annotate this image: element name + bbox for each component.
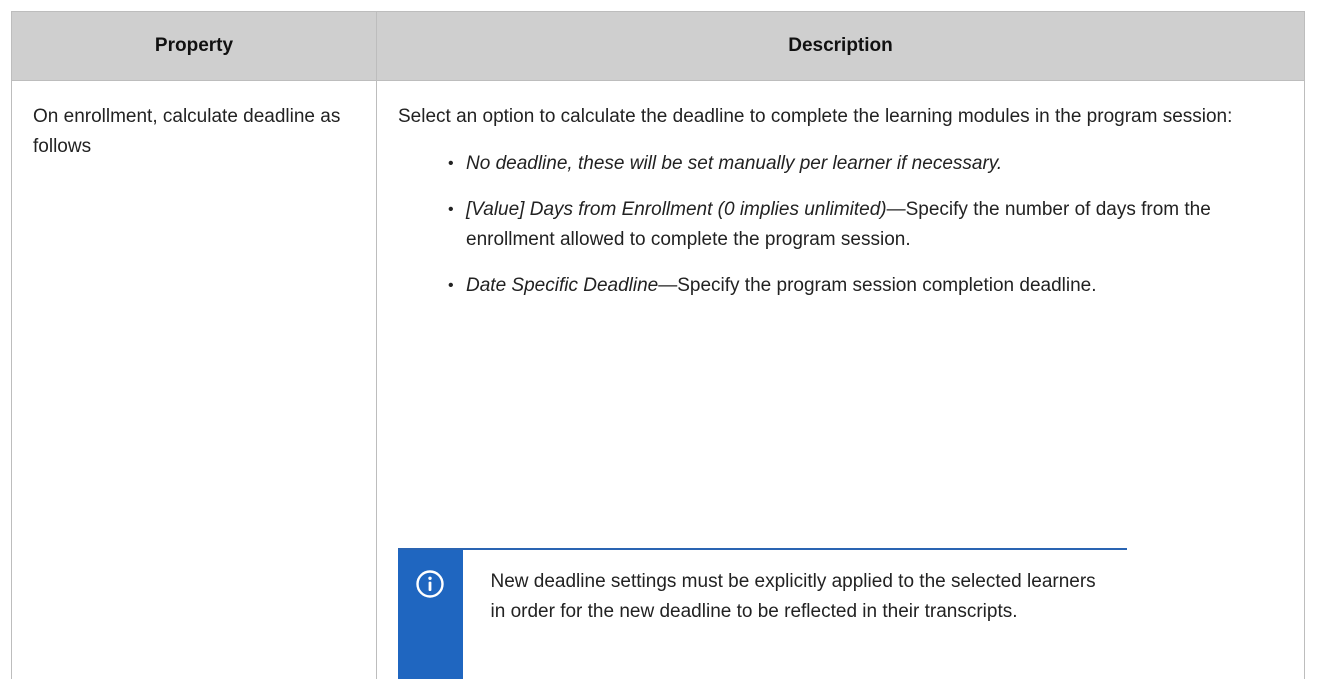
option-description: —Specify the program session completion … <box>658 275 1097 296</box>
bullet: • <box>448 201 454 218</box>
note-text: New deadline settings must be explicitly… <box>490 571 1096 622</box>
info-note: New deadline settings must be explicitly… <box>398 548 1127 679</box>
bullet: • <box>448 277 454 294</box>
option-term: No deadline, these will be set manually … <box>466 153 1003 174</box>
description-intro: Select an option to calculate the deadli… <box>398 106 1233 127</box>
info-icon <box>415 569 445 609</box>
note-icon-cell <box>398 550 463 679</box>
table-header: Property Description <box>12 11 1304 81</box>
header-description: Description <box>788 35 893 56</box>
table-row: On enrollment, calculate deadline as fol… <box>12 81 1304 679</box>
option-item-date-specific: • Date Specific Deadline—Specify the pro… <box>448 271 1284 301</box>
option-item-no-deadline: • No deadline, these will be set manuall… <box>448 149 1284 179</box>
option-term: Date Specific Deadline <box>466 275 659 296</box>
option-item-days-from-enrollment: • [Value] Days from Enrollment (0 implie… <box>448 195 1284 255</box>
properties-table: Property Description On enrollment, calc… <box>11 11 1305 679</box>
property-cell: On enrollment, calculate deadline as fol… <box>12 81 377 679</box>
option-term: [Value] Days from Enrollment (0 implies … <box>466 199 887 220</box>
description-cell: Select an option to calculate the deadli… <box>377 81 1304 679</box>
bullet: • <box>448 155 454 172</box>
header-property: Property <box>12 12 377 80</box>
options-list: • No deadline, these will be set manuall… <box>398 149 1284 301</box>
